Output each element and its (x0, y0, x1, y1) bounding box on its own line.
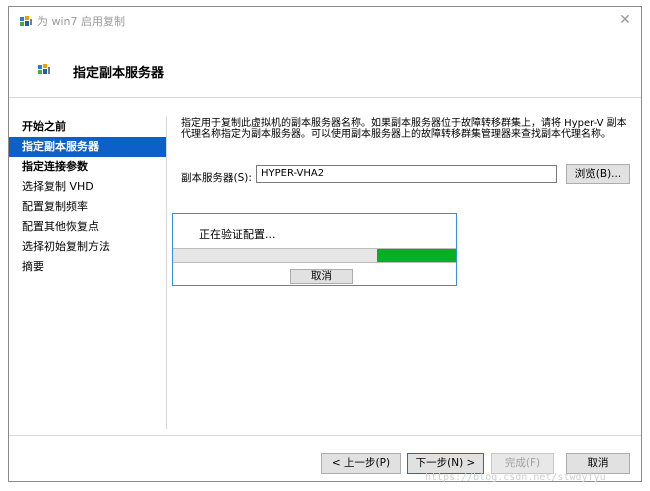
nav-step[interactable]: 选择初始复制方法 (9, 237, 166, 257)
description-text: 指定用于复制此虚拟机的副本服务器名称。如果副本服务器位于故障转移群集上，请将 H… (181, 118, 627, 140)
nav-step-label: 选择初始复制方法 (22, 240, 110, 253)
title-bar: 为 win7 启用复制 ✕ (9, 7, 641, 35)
progress-status-text: 正在验证配置... (199, 228, 276, 241)
nav-step-label: 指定副本服务器 (22, 140, 99, 153)
nav-step[interactable]: 配置其他恢复点 (9, 217, 166, 237)
nav-step[interactable]: 指定连接参数 (9, 157, 166, 177)
wizard-window: 为 win7 启用复制 ✕ 指定副本服务器 开始之前 指定副本服务器 指定连接参… (8, 6, 642, 482)
progress-indicator (376, 249, 456, 262)
watermark-text: https://blog.csdn.net/stwdyfyu (425, 472, 606, 483)
nav-step-label: 配置复制频率 (22, 200, 88, 213)
nav-step[interactable]: 选择复制 VHD (9, 177, 166, 197)
previous-button[interactable]: < 上一步(P) (321, 453, 401, 474)
wizard-step-nav: 开始之前 指定副本服务器 指定连接参数 选择复制 VHD 配置复制频率 配置其他… (9, 117, 166, 277)
server-label: 副本服务器(S): (181, 172, 252, 184)
nav-divider (166, 117, 167, 429)
nav-step-label: 开始之前 (22, 120, 66, 133)
nav-step-label: 摘要 (22, 260, 44, 273)
nav-step[interactable]: 指定副本服务器 (9, 137, 166, 157)
nav-step[interactable]: 配置复制频率 (9, 197, 166, 217)
cancel-button[interactable]: 取消 (566, 453, 630, 474)
header-icon (37, 63, 51, 77)
window-title: 为 win7 启用复制 (37, 15, 126, 28)
header-divider (9, 97, 641, 98)
finish-button[interactable]: 完成(F) (491, 453, 554, 474)
nav-step-label: 选择复制 VHD (22, 180, 94, 193)
progress-cancel-button[interactable]: 取消 (290, 269, 353, 284)
next-button[interactable]: 下一步(N) > (407, 453, 484, 474)
page-title: 指定副本服务器 (73, 66, 165, 81)
nav-step[interactable]: 开始之前 (9, 117, 166, 137)
footer-divider (9, 435, 641, 436)
replica-server-input[interactable]: HYPER-VHA2 (256, 165, 557, 183)
nav-step-label: 指定连接参数 (22, 160, 88, 173)
nav-step[interactable]: 摘要 (9, 257, 166, 277)
nav-step-label: 配置其他恢复点 (22, 220, 99, 233)
validation-progress-dialog: 正在验证配置... 取消 (172, 213, 457, 286)
close-icon[interactable]: ✕ (615, 11, 635, 29)
hyperv-app-icon (19, 15, 33, 27)
browse-button[interactable]: 浏览(B)... (566, 164, 630, 184)
progress-bar (173, 248, 456, 263)
